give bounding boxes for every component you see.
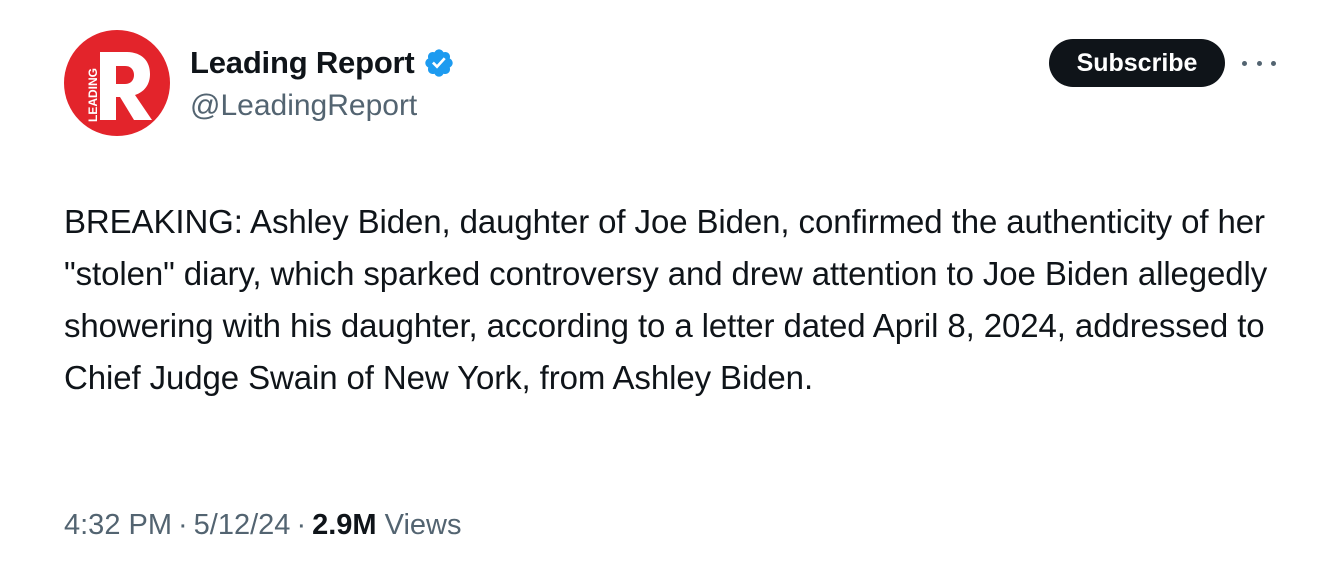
- tweet-date[interactable]: 5/12/24: [194, 509, 291, 541]
- tweet-time[interactable]: 4:32 PM: [64, 509, 172, 541]
- more-dot: [1271, 60, 1276, 66]
- meta-separator: ·: [296, 509, 307, 541]
- more-dot: [1256, 60, 1262, 66]
- avatar[interactable]: LEADING: [64, 30, 170, 136]
- author-handle[interactable]: @LeadingReport: [190, 86, 455, 126]
- author-name-row: Leading Report: [190, 40, 455, 86]
- tweet-text: BREAKING: Ashley Biden, daughter of Joe …: [64, 203, 1268, 396]
- meta-separator: ·: [178, 509, 188, 541]
- verified-badge-icon[interactable]: [423, 47, 455, 79]
- avatar-logo-text: LEADING: [86, 68, 100, 122]
- leading-report-logo-icon: LEADING: [86, 52, 152, 122]
- subscribe-button[interactable]: Subscribe: [1049, 39, 1225, 87]
- views-label[interactable]: Views: [385, 509, 462, 541]
- author-block: Leading Report @LeadingReport: [190, 40, 455, 126]
- author-display-name[interactable]: Leading Report: [190, 45, 415, 81]
- views-count[interactable]: 2.9M: [312, 509, 376, 541]
- tweet-meta: 4:32 PM · 5/12/24 · 2.9M Views: [64, 503, 462, 547]
- more-dot: [1242, 60, 1247, 66]
- more-options-icon[interactable]: [1242, 54, 1276, 72]
